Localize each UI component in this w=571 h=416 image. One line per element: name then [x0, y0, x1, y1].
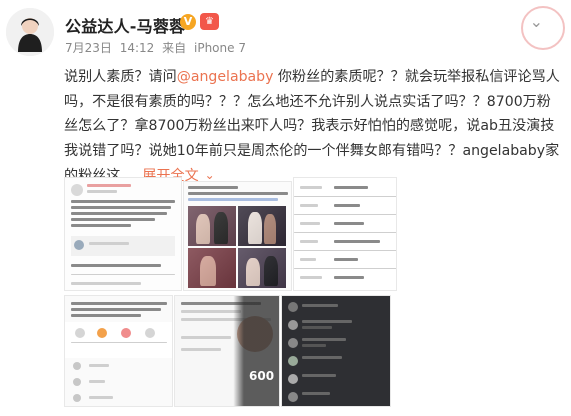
media-thumbnail-2[interactable] — [183, 181, 292, 291]
post-header: 公益达人-马蓉蓉 V ♛ 7月23日 14:12 来自 iPhone 7 ⌄ — [6, 6, 565, 60]
media-grid: 600 — [64, 177, 560, 409]
media-thumbnail-5[interactable]: 600 — [174, 295, 280, 407]
post-text-rest: 你粉丝的素质呢？？就会玩举报私信评论骂人吗，不是很有素质的吗？？？怎么地还不允许… — [64, 69, 560, 184]
avatar[interactable] — [6, 8, 54, 56]
source-device[interactable]: iPhone 7 — [194, 41, 246, 55]
mention-link[interactable]: @angelababy — [177, 69, 274, 85]
post-date[interactable]: 7月23日 — [65, 41, 112, 55]
author-name[interactable]: 公益达人-马蓉蓉 — [65, 13, 185, 37]
post-meta: 7月23日 14:12 来自 iPhone 7 — [65, 39, 246, 56]
thumbnail-overlay-text: 600 — [249, 369, 275, 383]
watermark-seal — [521, 6, 565, 50]
media-thumbnail-4[interactable] — [64, 295, 173, 407]
source-prefix: 来自 — [162, 41, 187, 55]
media-thumbnail-6[interactable] — [281, 295, 391, 407]
verified-badge-icon: V — [180, 14, 196, 30]
media-thumbnail-3[interactable] — [293, 177, 397, 291]
avatar-icon — [6, 8, 54, 56]
post-time[interactable]: 14:12 — [120, 41, 155, 55]
post-text-lead: 说别人素质？请问 — [64, 69, 177, 85]
vip-crown-icon: ♛ — [200, 13, 219, 30]
post-text: 说别人素质？请问@angelababy 你粉丝的素质呢？？就会玩举报私信评论骂人… — [64, 65, 560, 189]
media-thumbnail-1[interactable] — [64, 177, 182, 291]
